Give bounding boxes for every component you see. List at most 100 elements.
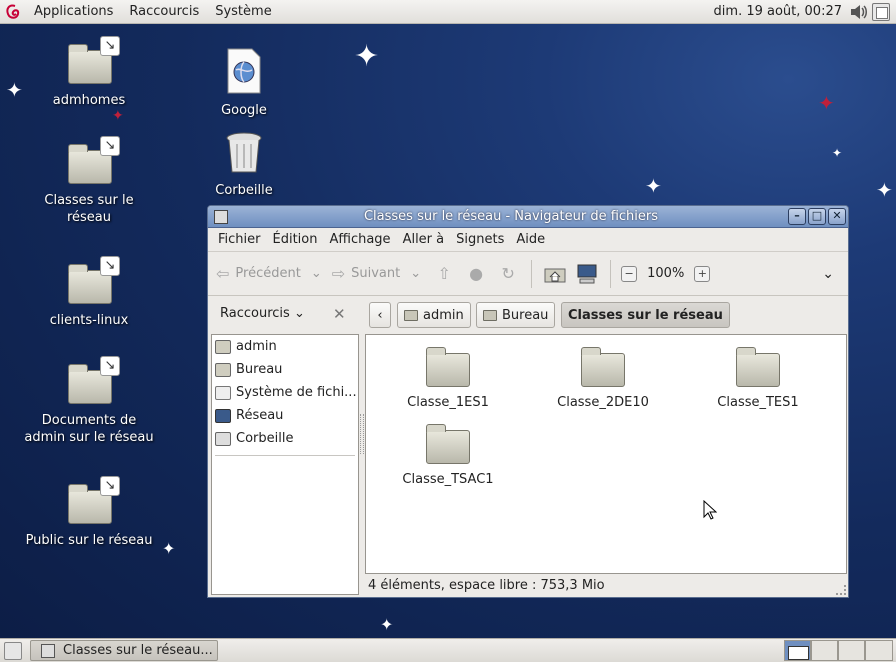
desktop-icon-label: Corbeille bbox=[215, 183, 273, 198]
trash-icon bbox=[226, 132, 262, 173]
maximize-button[interactable]: □ bbox=[808, 208, 826, 225]
window-list-icon[interactable] bbox=[872, 2, 890, 21]
menu-systeme[interactable]: Système bbox=[207, 0, 279, 24]
show-desktop-icon[interactable] bbox=[4, 641, 22, 660]
desktop-folder-icon bbox=[483, 309, 497, 321]
close-sidebar-icon[interactable]: ✕ bbox=[333, 305, 346, 323]
sidebar-item-reseau[interactable]: Réseau bbox=[212, 404, 358, 427]
resize-grip-icon[interactable] bbox=[836, 585, 846, 595]
desktop-icon-clients-linux[interactable]: ↘ clients-linux bbox=[24, 256, 154, 329]
zoom-out-button[interactable]: − bbox=[621, 265, 638, 282]
home-button[interactable] bbox=[542, 261, 568, 287]
volume-icon[interactable] bbox=[848, 2, 868, 22]
desktop-icon-google[interactable]: Google bbox=[179, 48, 309, 119]
workspace-2[interactable] bbox=[811, 640, 838, 661]
computer-button[interactable] bbox=[574, 261, 600, 287]
window-menu-icon[interactable] bbox=[214, 209, 228, 224]
mouse-pointer-icon bbox=[703, 500, 717, 520]
forward-history-chevron-icon[interactable]: ⌄ bbox=[410, 266, 421, 281]
desktop-icon-label: Documents de admin sur le réseau bbox=[24, 413, 154, 445]
up-arrow-icon: ⇧ bbox=[437, 264, 451, 283]
window-titlebar[interactable]: Classes sur le réseau - Navigateur de fi… bbox=[208, 206, 848, 228]
menubar: Fichier Édition Affichage Aller à Signet… bbox=[208, 228, 848, 252]
window-title: Classes sur le réseau - Navigateur de fi… bbox=[363, 209, 659, 224]
taskbar-window-label: Classes sur le réseau... bbox=[63, 643, 213, 658]
breadcrumb-current[interactable]: Classes sur le réseau bbox=[561, 302, 730, 328]
menu-fichier[interactable]: Fichier bbox=[212, 232, 267, 247]
reload-button[interactable]: ↻ bbox=[495, 261, 521, 287]
workspace-3[interactable] bbox=[838, 640, 865, 661]
taskbar-window-button[interactable]: Classes sur le réseau... bbox=[30, 640, 218, 661]
back-label: Précédent bbox=[235, 266, 301, 281]
bottom-panel: Classes sur le réseau... bbox=[0, 638, 896, 662]
sidebar-selector-label: Raccourcis bbox=[220, 306, 290, 321]
desktop-icon-public[interactable]: ↘ Public sur le réseau bbox=[24, 476, 154, 549]
stop-button[interactable]: ● bbox=[463, 261, 489, 287]
menu-applications[interactable]: Applications bbox=[26, 0, 121, 24]
desktop-icon-admhomes[interactable]: ↘ admhomes bbox=[24, 36, 154, 109]
forward-label: Suivant bbox=[351, 266, 401, 281]
file-item-label: Classe_2DE10 bbox=[557, 395, 649, 410]
star-decoration: ✦ bbox=[380, 615, 394, 634]
file-item[interactable]: Classe_TES1 bbox=[688, 345, 828, 410]
up-button[interactable]: ⇧ bbox=[431, 261, 457, 287]
menu-aide[interactable]: Aide bbox=[510, 232, 551, 247]
menu-raccourcis[interactable]: Raccourcis bbox=[121, 0, 207, 24]
zoom-in-button[interactable]: + bbox=[694, 265, 711, 282]
file-item[interactable]: Classe_1ES1 bbox=[378, 345, 518, 410]
trash-icon bbox=[215, 431, 231, 446]
stop-icon: ● bbox=[469, 264, 484, 283]
breadcrumb-scroll-left[interactable]: ‹ bbox=[369, 302, 391, 328]
breadcrumb-label: admin bbox=[423, 307, 464, 323]
desktop-icon-label: Google bbox=[221, 103, 267, 118]
desktop-icon-label: clients-linux bbox=[49, 313, 129, 328]
back-arrow-icon: ⇦ bbox=[216, 264, 230, 283]
back-history-chevron-icon[interactable]: ⌄ bbox=[311, 266, 322, 281]
file-item-label: Classe_1ES1 bbox=[407, 395, 489, 410]
home-folder-icon bbox=[404, 309, 418, 321]
star-decoration: ✦ bbox=[876, 178, 893, 202]
sidebar-selector[interactable]: Raccourcis ⌄ bbox=[220, 306, 305, 321]
shortcut-arrow-icon: ↘ bbox=[100, 356, 120, 376]
workspace-4[interactable] bbox=[865, 640, 893, 661]
debian-logo-icon[interactable] bbox=[0, 0, 26, 24]
workspace-1[interactable] bbox=[784, 640, 811, 661]
sidebar-item-label: Réseau bbox=[236, 408, 284, 423]
desktop-icon-documents-admin[interactable]: ↘ Documents de admin sur le réseau bbox=[24, 356, 154, 446]
toolbar-separator bbox=[531, 259, 533, 288]
sidebar-item-admin[interactable]: admin bbox=[212, 335, 358, 358]
clock[interactable]: dim. 19 août, 00:27 bbox=[714, 4, 848, 19]
breadcrumb-label: Classes sur le réseau bbox=[568, 307, 723, 323]
star-decoration: ✦ bbox=[6, 78, 23, 102]
desktop-folder-icon bbox=[215, 362, 231, 377]
breadcrumb-bureau[interactable]: Bureau bbox=[476, 302, 556, 328]
file-item[interactable]: Classe_TSAC1 bbox=[378, 422, 518, 487]
menu-edition[interactable]: Édition bbox=[267, 232, 324, 247]
sidebar-item-label: Corbeille bbox=[236, 431, 294, 446]
desktop-icon-corbeille[interactable]: Corbeille bbox=[179, 128, 309, 199]
star-decoration: ✦ bbox=[354, 39, 380, 74]
menu-signets[interactable]: Signets bbox=[450, 232, 510, 247]
breadcrumb-admin[interactable]: admin bbox=[397, 302, 471, 328]
home-folder-icon bbox=[215, 339, 231, 354]
toolbar-overflow-chevron-icon[interactable]: ⌄ bbox=[822, 266, 834, 282]
close-button[interactable]: ✕ bbox=[828, 208, 846, 225]
pane-resize-handle[interactable] bbox=[360, 414, 364, 454]
menu-aller-a[interactable]: Aller à bbox=[397, 232, 451, 247]
star-decoration: ✦ bbox=[112, 108, 124, 124]
sidebar-item-bureau[interactable]: Bureau bbox=[212, 358, 358, 381]
forward-arrow-icon: ⇨ bbox=[331, 264, 346, 283]
forward-button[interactable]: ⇨ Suivant bbox=[332, 264, 401, 283]
sidebar-divider bbox=[215, 455, 355, 456]
back-button[interactable]: ⇦ Précédent bbox=[216, 264, 301, 283]
location-bar: Raccourcis ⌄ ✕ ‹ admin Bureau Classes su… bbox=[208, 297, 848, 335]
zoom-level: 100% bbox=[647, 266, 685, 281]
sidebar-item-filesystem[interactable]: Système de fichi... bbox=[212, 381, 358, 404]
menu-affichage[interactable]: Affichage bbox=[323, 232, 396, 247]
web-link-icon bbox=[227, 48, 261, 94]
file-item[interactable]: Classe_2DE10 bbox=[533, 345, 673, 410]
shortcut-arrow-icon: ↘ bbox=[100, 36, 120, 56]
minimize-button[interactable]: – bbox=[788, 208, 806, 225]
sidebar-item-corbeille[interactable]: Corbeille bbox=[212, 427, 358, 450]
desktop-icon-classes[interactable]: ↘ Classes sur le réseau bbox=[24, 136, 154, 226]
